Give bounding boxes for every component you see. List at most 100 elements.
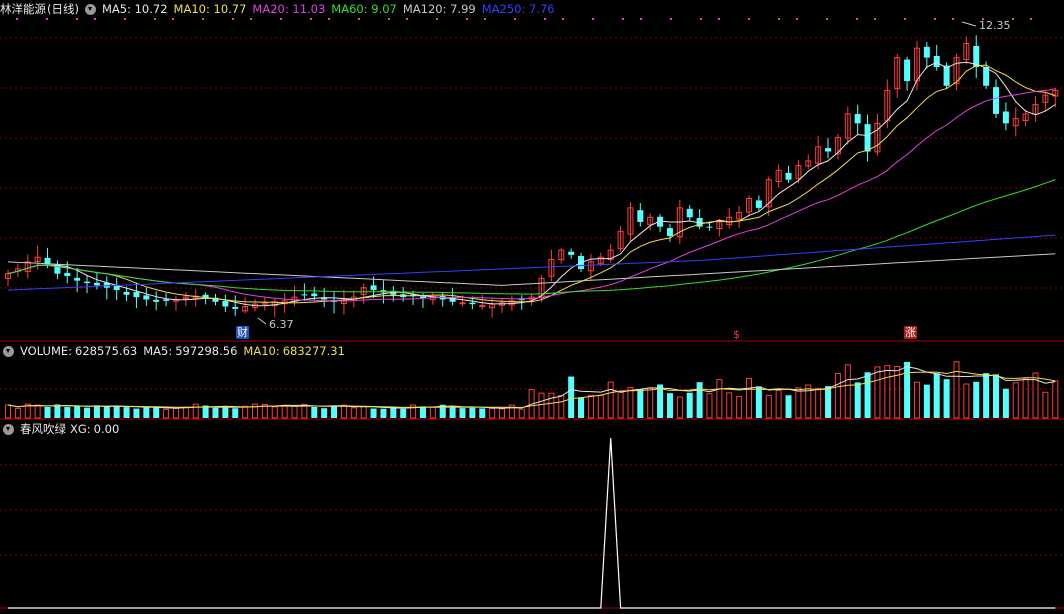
- top-mark: [904, 18, 906, 20]
- price-chart[interactable]: [0, 0, 1064, 342]
- xg-signal-line: [8, 437, 1056, 609]
- volume-bar-up: [913, 381, 920, 419]
- volume-bar-down: [696, 382, 703, 418]
- volume-bar-up: [647, 387, 654, 419]
- finance-marker[interactable]: 财: [236, 326, 249, 339]
- low-price-label: 6.37: [269, 318, 294, 331]
- candle-body-down: [232, 306, 239, 309]
- candle-body-down: [301, 294, 308, 296]
- volume-bar-up: [953, 361, 960, 419]
- candle-body-up: [479, 305, 486, 308]
- candle-body-down: [686, 208, 693, 218]
- candle-body-down: [854, 114, 861, 124]
- volume-bar-down: [331, 405, 338, 418]
- top-mark: [952, 18, 954, 20]
- volume-bar-down: [1002, 388, 1009, 418]
- volume-bar-down: [311, 406, 318, 418]
- volume-bar-up: [775, 389, 782, 419]
- low-pointer: [257, 317, 267, 325]
- volume-bar-up: [1042, 391, 1049, 419]
- top-mark: [1012, 18, 1014, 20]
- volume-bar-up: [736, 396, 743, 419]
- volume-bar-down: [390, 407, 397, 418]
- candle-body-down: [825, 148, 832, 152]
- volume-bar-up: [192, 403, 199, 419]
- volume-bar-down: [212, 407, 219, 418]
- candle-body-down: [64, 272, 71, 276]
- top-mark: [280, 18, 282, 20]
- volume-bar-up: [884, 365, 891, 419]
- volume-bar-down: [469, 407, 476, 418]
- indicator-chart[interactable]: [0, 420, 1064, 614]
- volume-bar-down: [222, 407, 229, 418]
- volume-bar-down: [44, 406, 51, 418]
- candle-body-down: [113, 285, 120, 291]
- volume-bar-down: [864, 372, 871, 418]
- volume-bar-up: [716, 379, 723, 419]
- top-mark: [748, 18, 750, 20]
- volume-bar-down: [93, 405, 100, 418]
- volume-bar-up: [360, 406, 367, 419]
- top-mark: [514, 18, 516, 20]
- candle-body-down: [568, 251, 575, 255]
- volume-bar-up: [518, 408, 525, 419]
- candle-body-up: [459, 302, 466, 305]
- candle-body-down: [370, 285, 377, 291]
- volume-bar-down: [923, 384, 930, 418]
- top-mark: [358, 18, 360, 20]
- volume-bar-down: [84, 407, 91, 418]
- candle-body-down: [933, 55, 940, 67]
- volume-bar-down: [825, 386, 832, 418]
- volume-bar-up: [894, 365, 901, 419]
- volume-bar-down: [459, 408, 466, 418]
- volume-bar-down: [123, 407, 130, 418]
- candle-body-down: [943, 65, 950, 86]
- candle-body-down: [993, 87, 999, 114]
- high-price-label: 12.35: [979, 19, 1011, 32]
- volume-bar-down: [578, 397, 585, 418]
- volume-bar-up: [350, 407, 357, 419]
- top-mark: [640, 18, 642, 20]
- candle-body-down: [983, 67, 990, 86]
- top-mark: [700, 18, 702, 20]
- volume-bar-down: [943, 379, 950, 418]
- top-mark: [388, 18, 390, 20]
- candle-body-down: [84, 281, 91, 284]
- top-mark: [562, 18, 564, 20]
- volume-bar-up: [805, 384, 812, 419]
- ma-line: [7, 179, 1056, 295]
- rise-marker[interactable]: 涨: [904, 326, 917, 339]
- top-mark: [544, 18, 546, 20]
- candle-body-down: [133, 291, 140, 298]
- volume-bar-down: [904, 361, 911, 418]
- volume-bar-up: [795, 387, 802, 419]
- candle-body-down: [923, 46, 930, 58]
- volume-bar-up: [291, 405, 298, 419]
- volume-bar-down: [419, 406, 426, 418]
- top-mark: [328, 18, 330, 20]
- candle-body-down: [904, 59, 911, 82]
- volume-bar-up: [587, 394, 594, 419]
- ma-line: [7, 253, 1056, 286]
- volume-bar-up: [489, 407, 496, 419]
- candle-body-down: [93, 282, 100, 286]
- volume-bar-up: [281, 404, 288, 419]
- top-mark: [670, 18, 672, 20]
- top-mark: [250, 18, 252, 20]
- candle-body-down: [637, 210, 644, 222]
- top-mark: [172, 18, 174, 20]
- volume-bar-down: [103, 406, 110, 418]
- top-mark: [874, 18, 876, 20]
- top-mark: [856, 18, 858, 20]
- dollar-marker[interactable]: $: [732, 328, 741, 341]
- volume-chart[interactable]: [0, 342, 1064, 420]
- volume-ma5-line: [7, 366, 1056, 409]
- volume-bar-up: [617, 390, 624, 419]
- top-mark: [124, 18, 126, 20]
- volume-bar-up: [627, 387, 634, 419]
- volume-bar-down: [321, 408, 328, 418]
- volume-bar-down: [666, 393, 673, 418]
- volume-bar-up: [1022, 378, 1029, 419]
- volume-bar-up: [340, 404, 347, 419]
- volume-bar-up: [834, 372, 841, 419]
